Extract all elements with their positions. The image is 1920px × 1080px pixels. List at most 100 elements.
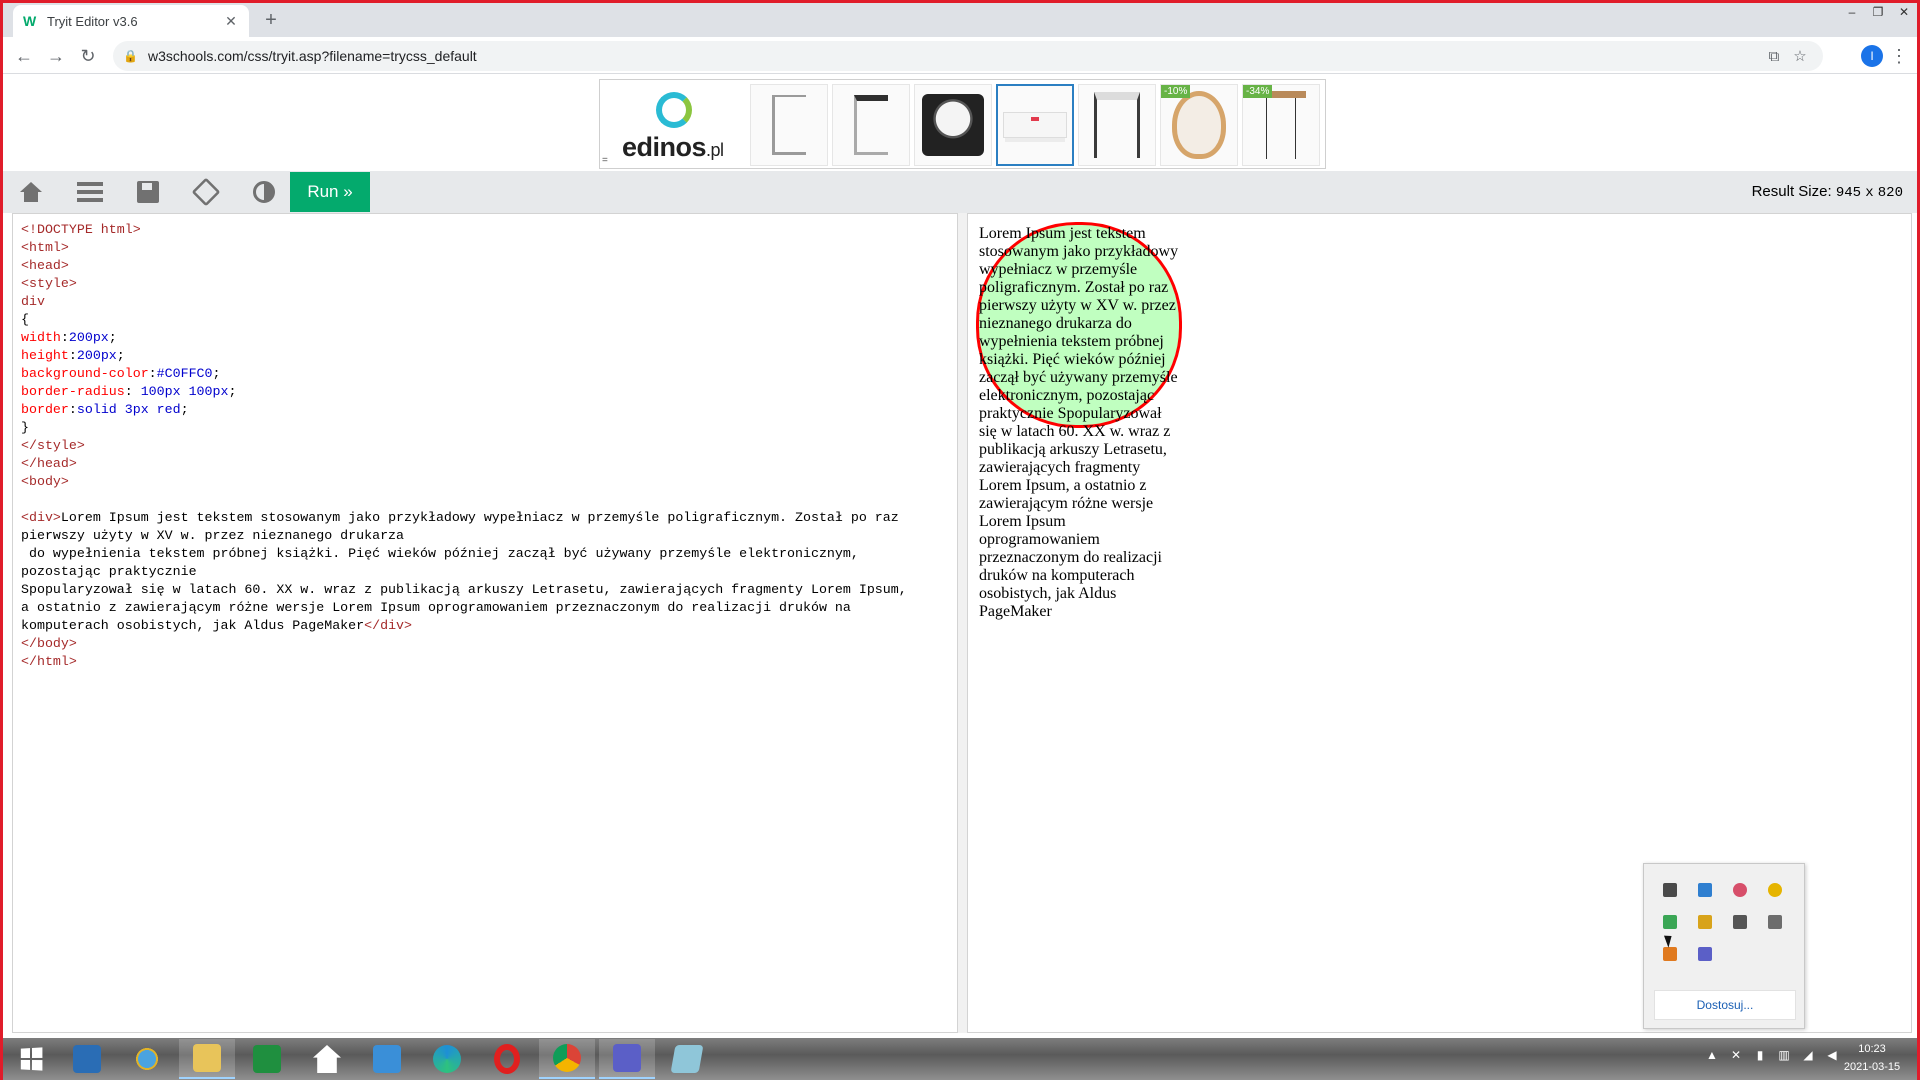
windows-taskbar: ▲ ✕ ▮ ▥ ◢ ◀ 10:23 2021-03-15 (3, 1038, 1917, 1080)
product-thumb-dark-side-table[interactable] (832, 84, 910, 166)
show-hidden-icons-icon[interactable]: ▲ (1703, 1046, 1721, 1064)
hourglass-table-icon (1256, 91, 1306, 159)
monitor-icon[interactable] (1654, 874, 1686, 906)
new-tab-button[interactable]: + (259, 9, 283, 33)
code-line[interactable]: <style> (21, 275, 949, 293)
network-card-icon[interactable] (1689, 874, 1721, 906)
taskbar-ie[interactable] (119, 1039, 175, 1079)
reload-icon[interactable]: ↻ (75, 43, 101, 69)
security-alert-icon[interactable]: ✕ (1727, 1046, 1745, 1064)
code-line[interactable]: border:solid 3px red; (21, 401, 949, 419)
battery-icon[interactable]: ▮ (1751, 1046, 1769, 1064)
browser-tab[interactable]: W Tryit Editor v3.6 ✕ (13, 5, 249, 37)
code-line[interactable]: width:200px; (21, 329, 949, 347)
code-line[interactable]: Spopularyzował się w latach 60. XX w. wr… (21, 581, 949, 599)
code-line[interactable]: </html> (21, 653, 949, 671)
white-table-icon (1003, 112, 1067, 138)
folder-icon (193, 1044, 221, 1072)
lock-icon[interactable]: 🔒 (123, 49, 138, 63)
product-thumb-bar-stool[interactable] (1078, 84, 1156, 166)
code-line[interactable]: a ostatnio z zawierającym różne wersje L… (21, 599, 949, 617)
profile-avatar[interactable]: I (1861, 45, 1883, 67)
back-icon[interactable]: ← (11, 43, 37, 69)
product-thumb-white-table[interactable] (996, 84, 1074, 166)
code-line[interactable]: border-radius: 100px 100px; (21, 383, 949, 401)
camera-icon[interactable] (1724, 906, 1756, 938)
internet-explorer-icon (133, 1045, 161, 1073)
result-size-label: Result Size: 945 x 820 (1752, 183, 1903, 201)
code-line[interactable]: do wypełnienia tekstem próbnej książki. … (21, 545, 949, 563)
code-line[interactable]: <head> (21, 257, 949, 275)
translate-icon[interactable]: ⧉ (1761, 48, 1787, 65)
ad-banner[interactable]: edinos.pl = -10% -34% (599, 79, 1326, 169)
taskbar-file-explorer[interactable] (179, 1039, 235, 1079)
run-button[interactable]: Run » (290, 172, 370, 212)
edinos-logo-text: edinos.pl (622, 132, 724, 163)
bluetooth-icon[interactable] (1724, 874, 1756, 906)
edinos-logo[interactable]: edinos.pl (610, 84, 738, 166)
egg-chair-icon (1172, 91, 1226, 159)
taskbar-home[interactable] (299, 1039, 355, 1079)
discount-badge: -10% (1161, 85, 1191, 98)
home-icon[interactable] (16, 177, 46, 207)
code-line[interactable]: background-color:#C0FFC0; (21, 365, 949, 383)
code-editor[interactable]: <!DOCTYPE html> <html> <head> <style> div{wi… (12, 213, 958, 1033)
wifi-signal-icon[interactable]: ◢ (1799, 1046, 1817, 1064)
taskbar-mail[interactable] (359, 1039, 415, 1079)
taskbar-chrome[interactable] (539, 1039, 595, 1079)
code-line[interactable]: komputerach osobistych, jak Aldus PageMa… (21, 617, 949, 635)
code-line[interactable]: } (21, 419, 949, 437)
rotate-layout-icon[interactable] (191, 177, 221, 207)
code-line[interactable]: <html> (21, 239, 949, 257)
start-button[interactable] (3, 1039, 59, 1079)
taskbar-edge[interactable] (419, 1039, 475, 1079)
pane-divider[interactable] (958, 213, 967, 1033)
restore-button[interactable]: ❐ (1865, 3, 1891, 23)
tab-title: Tryit Editor v3.6 (47, 13, 138, 29)
close-window-button[interactable]: ✕ (1891, 3, 1917, 23)
code-line[interactable]: <!DOCTYPE html> (21, 221, 949, 239)
taskbar-opera[interactable] (479, 1039, 535, 1079)
code-line[interactable]: { (21, 311, 949, 329)
network-icon[interactable]: ▥ (1775, 1046, 1793, 1064)
product-thumb-side-table[interactable] (750, 84, 828, 166)
code-line[interactable]: <div>Lorem Ipsum jest tekstem stosowanym… (21, 509, 949, 527)
code-line[interactable]: pozostając praktycznie (21, 563, 949, 581)
menu-icon[interactable] (75, 177, 105, 207)
glass-table-icon (922, 94, 984, 156)
save-icon[interactable] (133, 177, 163, 207)
taskbar-teams[interactable] (599, 1039, 655, 1079)
taskbar-store[interactable] (239, 1039, 295, 1079)
w3schools-favicon-icon: W (23, 13, 37, 29)
package-icon[interactable] (1689, 906, 1721, 938)
code-line[interactable]: height:200px; (21, 347, 949, 365)
product-thumb-egg-chair[interactable]: -10% (1160, 84, 1238, 166)
code-line[interactable]: <body> (21, 473, 949, 491)
url-text[interactable]: w3schools.com/css/tryit.asp?filename=try… (148, 48, 1761, 64)
code-line[interactable]: </body> (21, 635, 949, 653)
code-line[interactable]: div (21, 293, 949, 311)
tab-close-icon[interactable]: ✕ (223, 13, 239, 29)
update-icon[interactable] (1759, 874, 1791, 906)
code-line[interactable]: </head> (21, 455, 949, 473)
minimize-button[interactable]: – (1839, 3, 1865, 23)
product-thumb-glass-table[interactable] (914, 84, 992, 166)
taskbar-lenovo-app[interactable] (59, 1039, 115, 1079)
opera-icon (494, 1044, 520, 1074)
teams-icon[interactable] (1689, 938, 1721, 970)
bookmark-star-icon[interactable]: ☆ (1787, 47, 1813, 65)
dark-mode-icon[interactable] (249, 177, 279, 207)
code-line[interactable] (21, 491, 949, 509)
product-thumb-hourglass-table[interactable]: -34% (1242, 84, 1320, 166)
printer-icon[interactable] (1759, 906, 1791, 938)
forward-icon[interactable]: → (43, 43, 69, 69)
customize-link[interactable]: Dostosuj... (1654, 990, 1796, 1020)
code-line[interactable]: </style> (21, 437, 949, 455)
taskbar-clock[interactable]: 10:23 2021-03-15 (1837, 1040, 1907, 1076)
taskbar-notes[interactable] (659, 1039, 715, 1079)
code-line[interactable]: pierwszy użyty w XV w. przez nieznanego … (21, 527, 949, 545)
ad-choices-icon[interactable]: = (602, 155, 608, 166)
address-bar[interactable]: 🔒 w3schools.com/css/tryit.asp?filename=t… (113, 41, 1823, 71)
window-controls: – ❐ ✕ (1839, 3, 1917, 23)
browser-menu-icon[interactable]: ⋮ (1889, 43, 1909, 69)
